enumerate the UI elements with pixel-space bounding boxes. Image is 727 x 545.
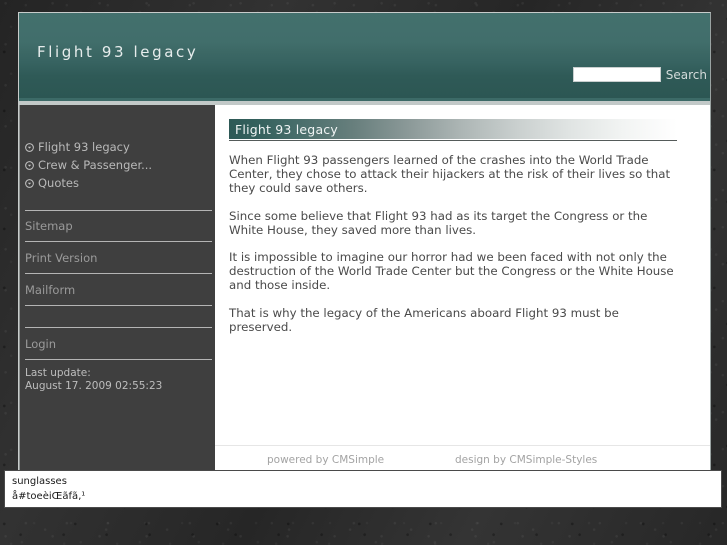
article-paragraph: That is why the legacy of the Americans … [229, 305, 619, 334]
suggestion-item[interactable]: å#toeèiŒãfã‚¹ [12, 491, 85, 502]
sidebar-item-login[interactable]: Login [25, 328, 212, 360]
sidebar-item-label: Flight 93 legacy [38, 140, 130, 154]
content-heading-bar: Flight 93 legacy [229, 119, 677, 139]
circled-arrow-icon [25, 160, 34, 170]
suggestion-panel[interactable]: sunglasses å#toeèiŒãfã‚¹ [4, 470, 722, 508]
circled-arrow-icon [25, 142, 34, 152]
sidebar-item-flight-93-legacy[interactable]: Flight 93 legacy [25, 138, 211, 156]
page-title: Flight 93 legacy [37, 43, 199, 61]
sidebar-item-print-version[interactable]: Print Version [25, 242, 212, 274]
article-paragraph: Since some believe that Flight 93 had as… [229, 208, 648, 237]
sidebar-utility-links: Sitemap Print Version Mailform Login [25, 210, 212, 360]
sidebar-item-crew-passenger[interactable]: Crew & Passenger... [25, 156, 211, 174]
article-body: When Flight 93 passengers learned of the… [229, 153, 681, 347]
sidebar-item-quotes[interactable]: Quotes [25, 174, 211, 192]
sidebar-item-label: Sitemap [25, 219, 73, 233]
heading-underline [229, 140, 677, 141]
circled-arrow-icon [25, 178, 34, 188]
site-header: Flight 93 legacy Search [19, 13, 710, 98]
sidebar-item-label: Print Version [25, 250, 98, 265]
suggestion-item[interactable]: sunglasses [12, 476, 67, 487]
main-content: Flight 93 legacy When Flight 93 passenge… [215, 105, 710, 473]
article-paragraph: It is impossible to imagine our horror h… [229, 250, 674, 293]
main-navigation: Flight 93 legacy Crew & Passenger... Quo… [25, 138, 211, 192]
sidebar: Flight 93 legacy Crew & Passenger... Quo… [19, 105, 215, 473]
sidebar-item-label: Mailform [25, 282, 76, 297]
sidebar-item-mailform[interactable]: Mailform [25, 274, 212, 306]
last-update-label: Last update: [25, 367, 91, 379]
sidebar-item-label: Login [25, 336, 57, 351]
last-update-value: August 17. 2009 02:55:23 [25, 380, 163, 392]
search-button[interactable]: Search [666, 69, 707, 81]
sidebar-item-sitemap[interactable]: Sitemap [25, 210, 212, 242]
footer-powered-by-link[interactable]: powered by CMSimple [267, 454, 384, 466]
search-area: Search [572, 67, 707, 82]
footer-design-by-link[interactable]: design by CMSimple-Styles [455, 454, 597, 466]
sidebar-item-label: Quotes [38, 176, 79, 190]
last-update-block: Last update: August 17. 2009 02:55:23 [25, 367, 162, 393]
sidebar-item-label: Crew & Passenger... [38, 158, 153, 172]
search-input[interactable] [572, 67, 661, 82]
sidebar-item-empty [25, 306, 212, 328]
content-heading: Flight 93 legacy [235, 122, 338, 137]
article-paragraph: When Flight 93 passengers learned of the… [229, 153, 671, 196]
